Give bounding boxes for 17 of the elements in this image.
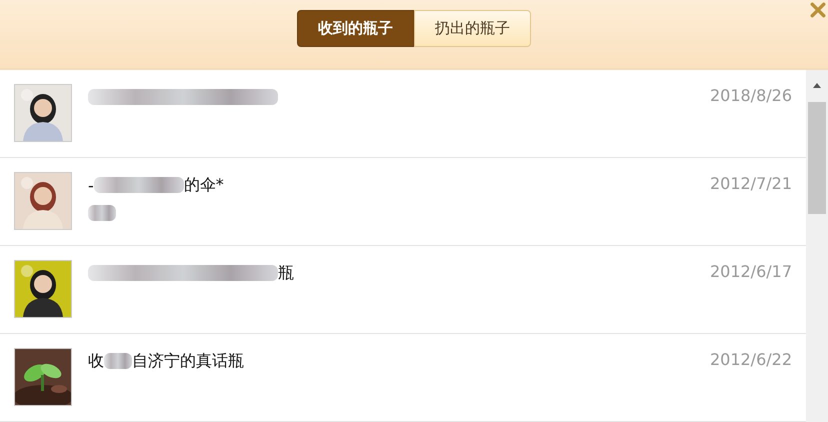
message-text: 的伞* <box>184 174 224 196</box>
message-text: 瓶 <box>278 262 294 284</box>
scrollbar[interactable] <box>806 70 828 422</box>
tab[interactable]: 扔出的瓶子 <box>414 10 531 47</box>
message-text: 自济宁的真话瓶 <box>132 350 244 372</box>
scroll-thumb[interactable] <box>808 102 826 214</box>
message-text: 收 <box>88 350 104 372</box>
close-icon[interactable] <box>810 2 826 18</box>
message-text: - <box>88 176 94 194</box>
date-text: 2012/6/17 <box>710 262 792 281</box>
date-text: 2018/8/26 <box>710 86 792 105</box>
scroll-up-icon[interactable] <box>812 82 822 88</box>
date-text: 2012/7/21 <box>710 174 792 193</box>
blurred-text <box>104 353 132 369</box>
tab[interactable]: 收到的瓶子 <box>297 10 414 47</box>
blurred-text <box>88 205 116 221</box>
date-text: 2012/6/22 <box>710 350 792 369</box>
